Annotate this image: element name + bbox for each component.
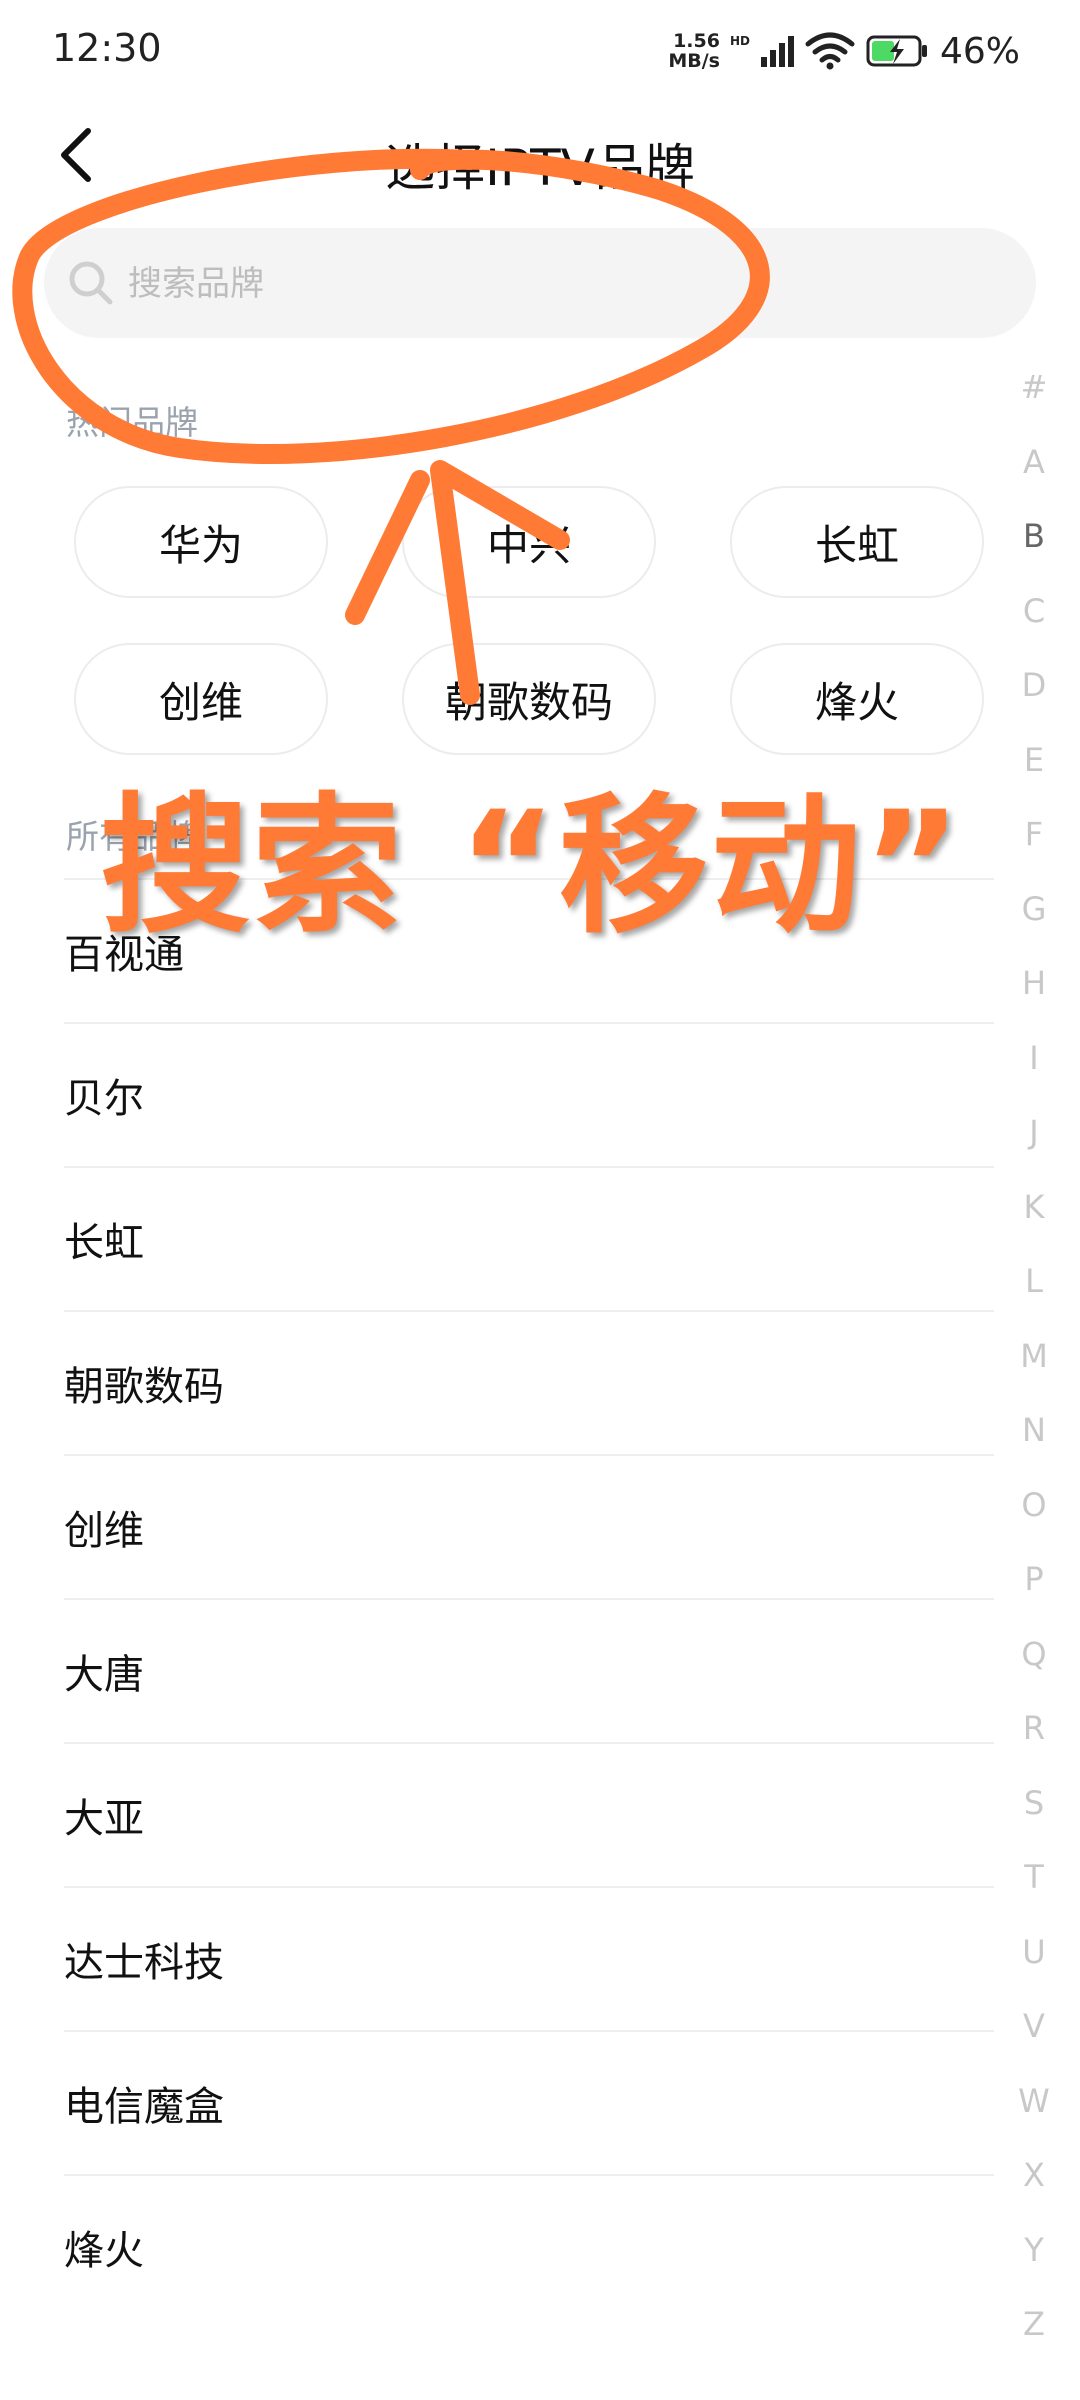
- index-letter[interactable]: #: [1004, 350, 1064, 425]
- battery-percent: 46%: [939, 30, 1020, 72]
- index-letter[interactable]: Z: [1004, 2287, 1064, 2362]
- wifi-icon: [805, 32, 855, 70]
- index-letter[interactable]: G: [1004, 872, 1064, 947]
- alphabet-index-bar[interactable]: # A B C D E F G H I J K L M N O P Q R S …: [1004, 350, 1064, 2362]
- index-letter[interactable]: B: [1004, 499, 1064, 574]
- index-letter[interactable]: P: [1004, 1542, 1064, 1617]
- brand-list-item[interactable]: 电信魔盒: [64, 2030, 994, 2174]
- index-letter[interactable]: J: [1004, 1095, 1064, 1170]
- hot-brands-label: 热门品牌: [66, 403, 198, 442]
- brand-list-item[interactable]: 长虹: [64, 1166, 994, 1310]
- network-speed-value: 1.56: [673, 30, 720, 52]
- brand-list-item[interactable]: 创维: [64, 1454, 994, 1598]
- index-letter[interactable]: A: [1004, 425, 1064, 500]
- hot-brand-chip[interactable]: 朝歌数码: [402, 643, 656, 755]
- brand-list: 百视通 贝尔 长虹 朝歌数码 创维 大唐 大亚 达士科技 电信魔盒 烽火: [64, 878, 994, 2318]
- index-letter[interactable]: S: [1004, 1766, 1064, 1841]
- status-bar: 12:30 1.56 MB/s HD 46%: [0, 0, 1080, 100]
- index-letter[interactable]: T: [1004, 1840, 1064, 1915]
- hot-brand-chip[interactable]: 中兴: [402, 486, 656, 598]
- battery-charging-icon: [866, 35, 927, 67]
- brand-list-item[interactable]: 达士科技: [64, 1886, 994, 2030]
- index-letter[interactable]: C: [1004, 574, 1064, 649]
- search-box[interactable]: [44, 228, 1036, 340]
- hd-badge: HD: [729, 34, 750, 48]
- header: 选择IPTV品牌: [0, 100, 1080, 230]
- brand-list-item[interactable]: 贝尔: [64, 1022, 994, 1166]
- network-speed-unit: MB/s: [668, 50, 720, 72]
- search-input[interactable]: [126, 228, 990, 340]
- index-letter[interactable]: E: [1004, 723, 1064, 798]
- status-icons: 1.56 MB/s HD 46%: [668, 26, 1020, 76]
- index-letter[interactable]: V: [1004, 1989, 1064, 2064]
- index-letter[interactable]: O: [1004, 1468, 1064, 1543]
- brand-list-item[interactable]: 烽火: [64, 2174, 994, 2318]
- hot-brand-chip[interactable]: 烽火: [730, 643, 984, 755]
- index-letter[interactable]: F: [1004, 797, 1064, 872]
- index-letter[interactable]: U: [1004, 1915, 1064, 1990]
- brand-list-item[interactable]: 大唐: [64, 1598, 994, 1742]
- page-title: 选择IPTV品牌: [385, 139, 695, 197]
- search-icon: [69, 261, 113, 305]
- hot-brand-chip[interactable]: 创维: [74, 643, 328, 755]
- status-time: 12:30: [52, 26, 162, 70]
- index-letter[interactable]: D: [1004, 648, 1064, 723]
- index-letter[interactable]: N: [1004, 1393, 1064, 1468]
- signal-icon: [760, 36, 794, 67]
- brand-list-item[interactable]: 朝歌数码: [64, 1310, 994, 1454]
- index-letter[interactable]: R: [1004, 1691, 1064, 1766]
- hot-brand-chip[interactable]: 长虹: [730, 486, 984, 598]
- index-letter[interactable]: L: [1004, 1244, 1064, 1319]
- index-letter[interactable]: K: [1004, 1170, 1064, 1245]
- index-letter[interactable]: H: [1004, 946, 1064, 1021]
- index-letter[interactable]: I: [1004, 1021, 1064, 1096]
- index-letter[interactable]: X: [1004, 2138, 1064, 2213]
- index-letter[interactable]: W: [1004, 2064, 1064, 2139]
- hot-brand-chip[interactable]: 华为: [74, 486, 328, 598]
- brand-list-item[interactable]: 大亚: [64, 1742, 994, 1886]
- index-letter[interactable]: M: [1004, 1319, 1064, 1394]
- index-letter[interactable]: Y: [1004, 2213, 1064, 2288]
- network-speed: 1.56 MB/s: [668, 31, 720, 71]
- index-letter[interactable]: Q: [1004, 1617, 1064, 1692]
- annotation-text: 搜索 “移动”: [100, 780, 964, 954]
